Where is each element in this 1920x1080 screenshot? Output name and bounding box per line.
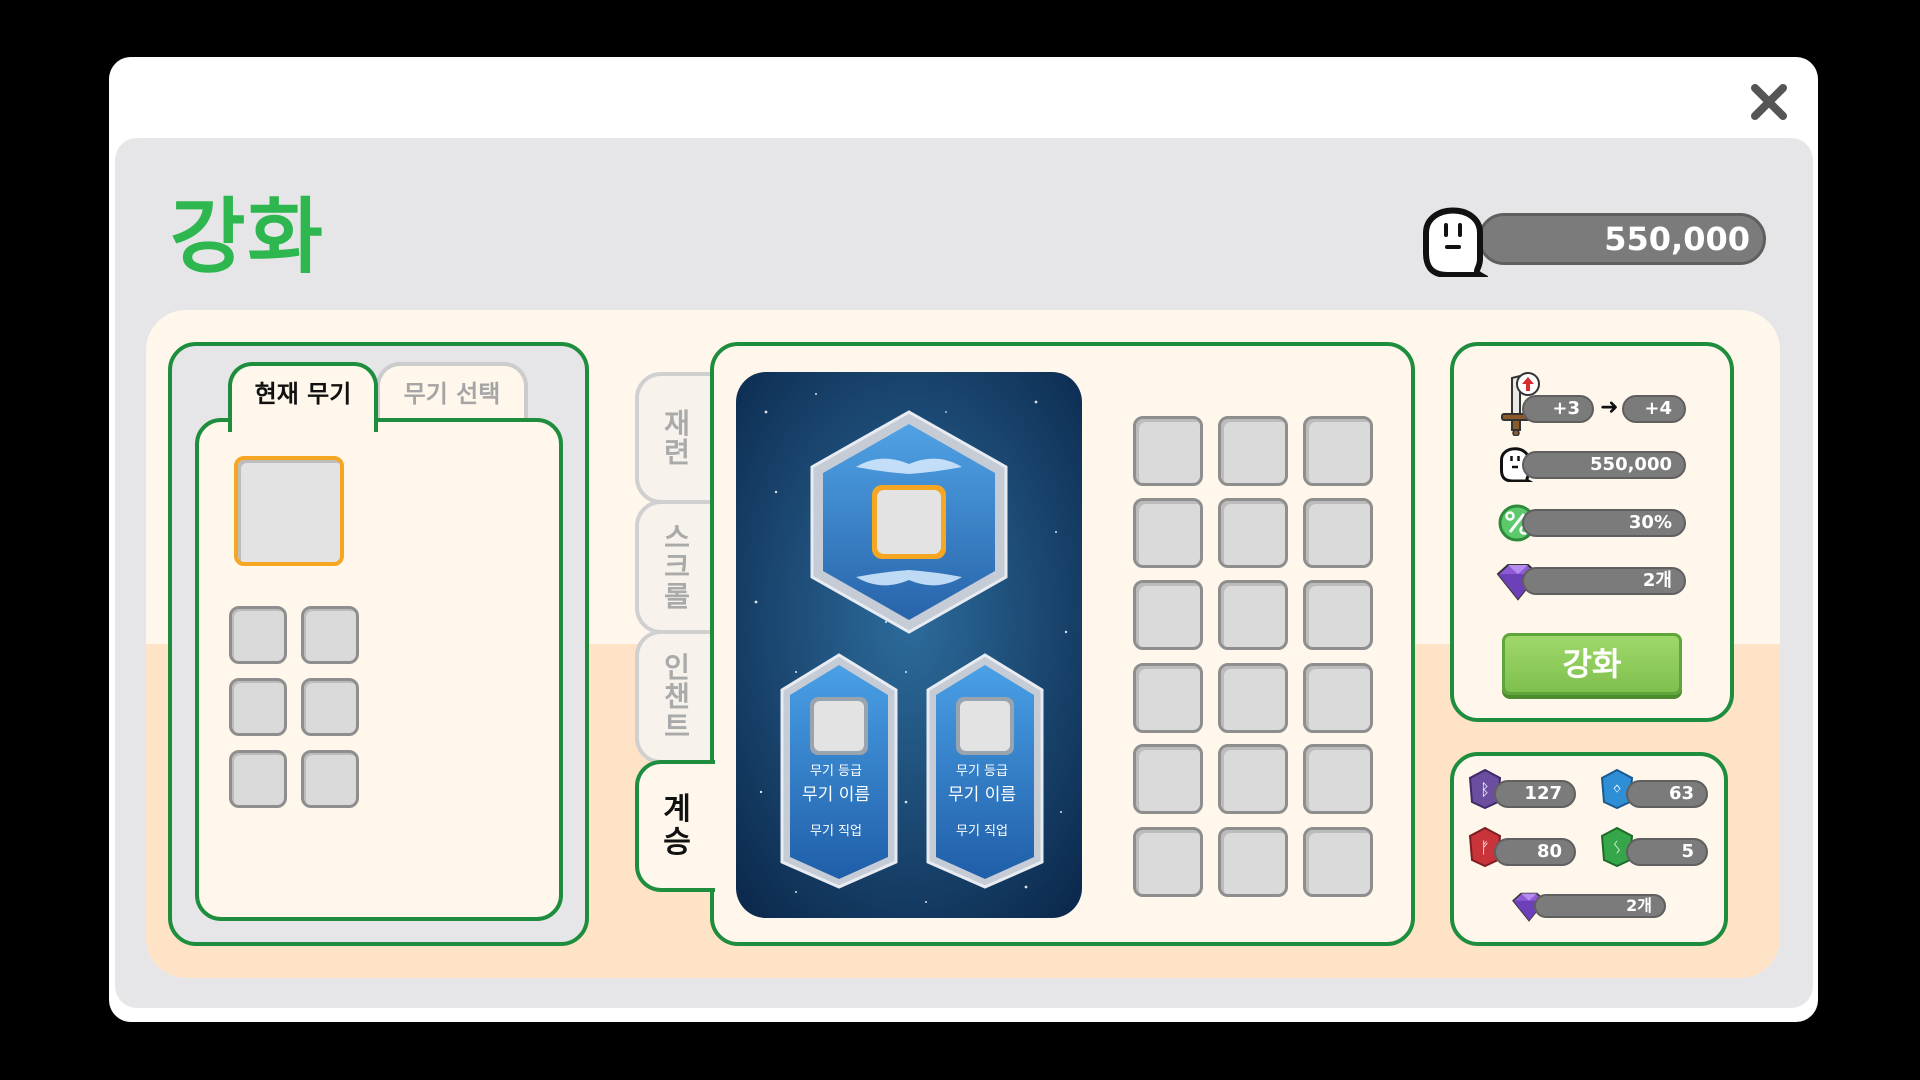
material-slot[interactable]: [301, 750, 359, 808]
card-weapon-grade: 무기 등급: [956, 764, 1008, 779]
inventory-slot[interactable]: [1218, 744, 1288, 814]
inventory-slot[interactable]: [1218, 827, 1288, 897]
close-button[interactable]: [1747, 80, 1791, 124]
inventory-slot[interactable]: [1133, 663, 1203, 733]
arrow-right-icon: ➜: [1600, 395, 1619, 420]
success-rate: 30%: [1522, 509, 1686, 537]
tab-weapon-select[interactable]: 무기 선택: [376, 362, 528, 422]
inventory-slot[interactable]: [1303, 744, 1373, 814]
svg-text:ᛊ: ᛊ: [1612, 838, 1622, 857]
card-weapon-grade: 무기 등급: [810, 764, 862, 779]
material-slot[interactable]: [301, 678, 359, 736]
inventory-slot[interactable]: [1303, 498, 1373, 568]
inventory-slot[interactable]: [1218, 498, 1288, 568]
card-weapon-name: 무기 이름: [948, 785, 1016, 805]
card-weapon-name: 무기 이름: [802, 785, 870, 805]
material-slot[interactable]: [301, 606, 359, 664]
side-tab-refine[interactable]: 재련: [635, 372, 715, 504]
inventory-slot[interactable]: [1218, 663, 1288, 733]
tab-current-weapon[interactable]: 현재 무기: [228, 362, 378, 432]
material-slot[interactable]: [229, 606, 287, 664]
gem-count: 2개: [1534, 894, 1666, 918]
inventory-slot[interactable]: [1303, 416, 1373, 486]
inventory-slot[interactable]: [1133, 744, 1203, 814]
rune-count: 5: [1626, 838, 1708, 866]
rune-count: 63: [1626, 780, 1708, 808]
inventory-slot[interactable]: [1133, 498, 1203, 568]
rune-count: 127: [1494, 780, 1576, 808]
starfield-background: [736, 372, 1082, 918]
level-to: +4: [1622, 395, 1686, 423]
inventory-slot[interactable]: [1133, 827, 1203, 897]
enhance-cost: 550,000: [1522, 451, 1686, 479]
inventory-slot[interactable]: [1218, 416, 1288, 486]
inventory-slot[interactable]: [1133, 416, 1203, 486]
rune-count: 80: [1494, 838, 1576, 866]
inventory-slot[interactable]: [1303, 663, 1373, 733]
material-slot[interactable]: [229, 750, 287, 808]
enhance-button[interactable]: 강화: [1502, 633, 1682, 695]
side-tab-inherit[interactable]: 계승: [635, 760, 715, 892]
inventory-slot[interactable]: [1133, 580, 1203, 650]
inventory-slot[interactable]: [1218, 580, 1288, 650]
svg-text:ᚠ: ᚠ: [1480, 838, 1490, 857]
ghost-icon: [1418, 193, 1492, 281]
svg-text:ᛒ: ᛒ: [1480, 780, 1490, 799]
side-tab-enchant[interactable]: 인챈트: [635, 630, 715, 764]
svg-text:ᛜ: ᛜ: [1612, 780, 1622, 799]
currency-value: 550,000: [1604, 220, 1750, 258]
material-slot[interactable]: [229, 678, 287, 736]
card-weapon-job: 무기 직업: [810, 824, 862, 839]
side-tab-scroll[interactable]: 스크롤: [635, 500, 715, 634]
card-weapon-job: 무기 직업: [956, 824, 1008, 839]
inherit-card: [736, 372, 1082, 918]
page-title: 강화: [170, 190, 325, 285]
gem-cost: 2개: [1522, 567, 1686, 595]
inventory-slot[interactable]: [1303, 827, 1373, 897]
inventory-slot[interactable]: [1303, 580, 1373, 650]
close-icon: [1751, 84, 1787, 120]
level-from: +3: [1522, 395, 1594, 423]
current-weapon-slot[interactable]: [234, 456, 344, 566]
